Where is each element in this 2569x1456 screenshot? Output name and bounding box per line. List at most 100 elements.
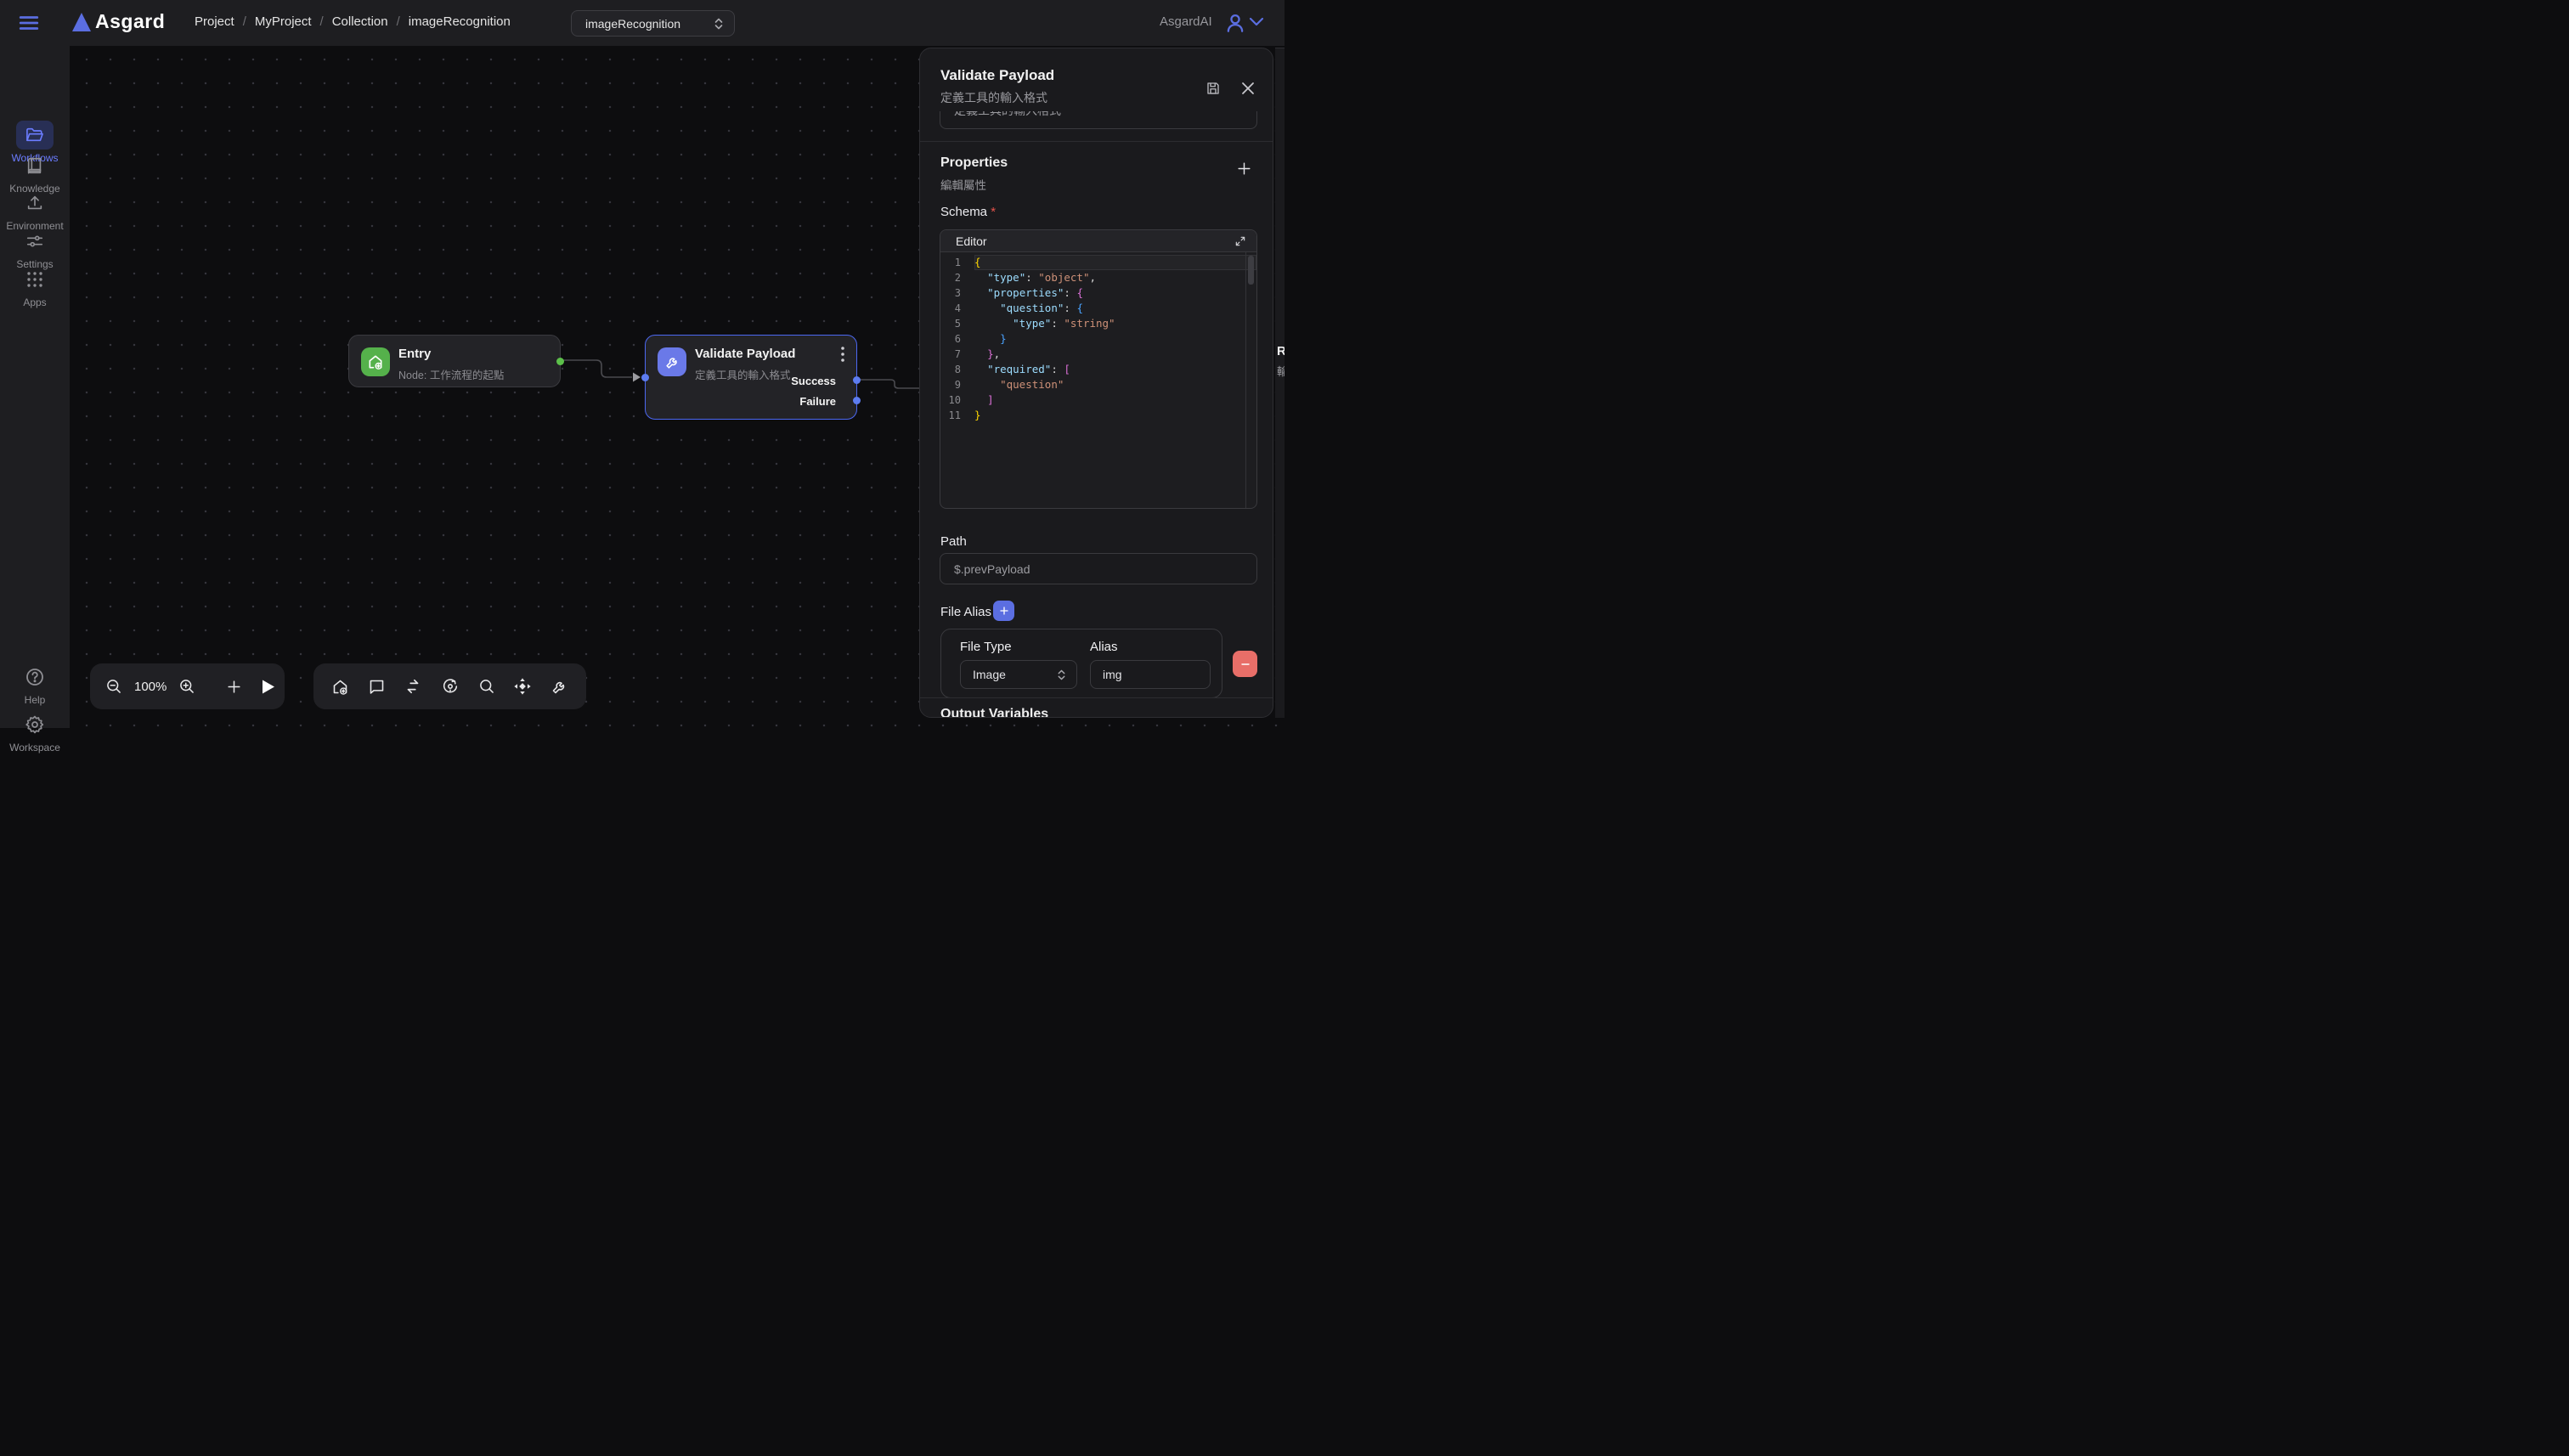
breadcrumb: Project / MyProject / Collection / image…	[195, 14, 511, 29]
node-config-panel: Validate Payload 定義工具的輸入格式 定義工具的輸入格式 Pro…	[919, 48, 1273, 718]
node-title: Entry	[398, 347, 431, 361]
node-toolbar	[313, 663, 586, 709]
sidebar-item-label: Help	[0, 694, 70, 706]
schema-editor[interactable]: Editor 1{2 "type": "object",3 "propertie…	[940, 229, 1257, 509]
path-input[interactable]: $.prevPayload	[940, 553, 1257, 584]
file-type-select[interactable]: Image	[960, 660, 1077, 689]
breadcrumb-separator: /	[243, 14, 246, 29]
sidebar-item-workspace[interactable]: Workspace	[0, 710, 70, 753]
editor-scrollbar[interactable]	[1245, 252, 1256, 509]
panel-title: Validate Payload	[940, 67, 1054, 84]
file-alias-label: File Alias	[940, 605, 991, 619]
select-updown-icon	[1057, 669, 1066, 681]
code-line[interactable]: 5 "type": "string"	[940, 316, 1256, 331]
path-value: $.prevPayload	[954, 562, 1030, 576]
add-icon[interactable]	[226, 679, 242, 695]
move-icon[interactable]	[513, 677, 532, 696]
zoom-in-icon[interactable]	[178, 678, 195, 695]
user-name-label: AsgardAI	[1160, 14, 1212, 29]
zoom-out-icon[interactable]	[105, 678, 122, 695]
output-port-success[interactable]	[853, 376, 861, 384]
search-icon[interactable]	[478, 678, 495, 695]
sidebar-item-environment[interactable]: Environment	[0, 189, 70, 232]
code-line[interactable]: 4 "question": {	[940, 301, 1256, 316]
save-icon[interactable]	[1205, 81, 1221, 96]
input-port[interactable]	[641, 374, 649, 381]
code-line[interactable]: 10 ]	[940, 392, 1256, 408]
file-alias-card: File Type Image Alias img	[940, 629, 1222, 698]
breadcrumb-myproject[interactable]: MyProject	[255, 14, 312, 29]
sidebar-item-apps[interactable]: Apps	[0, 265, 70, 308]
properties-subtitle: 編輯屬性	[940, 176, 986, 193]
select-updown-icon	[714, 17, 724, 31]
home-add-icon[interactable]	[331, 678, 349, 696]
code-line[interactable]: 8 "required": [	[940, 362, 1256, 377]
code-line[interactable]: 6 }	[940, 331, 1256, 347]
next-panel-peek[interactable]: R 輸	[1275, 48, 1284, 718]
alias-label: Alias	[1090, 640, 1118, 654]
scrolled-clipped-field[interactable]: 定義工具的輸入格式	[940, 111, 1257, 129]
expand-fullscreen-icon[interactable]	[1234, 235, 1246, 247]
code-area[interactable]: 1{2 "type": "object",3 "properties": {4 …	[940, 252, 1256, 509]
breadcrumb-separator: /	[320, 14, 324, 29]
top-header: Asgard Project / MyProject / Collection …	[0, 0, 1284, 46]
breadcrumb-separator: /	[397, 14, 400, 29]
workflow-select[interactable]: imageRecognition	[571, 10, 735, 37]
code-line[interactable]: 11}	[940, 408, 1256, 423]
node-subtitle: Node: 工作流程的起點	[398, 366, 504, 382]
code-line[interactable]: 2 "type": "object",	[940, 270, 1256, 285]
code-line[interactable]: 9 "question"	[940, 377, 1256, 392]
node-entry[interactable]: Entry Node: 工作流程的起點	[348, 335, 561, 387]
home-add-icon	[361, 347, 390, 376]
schema-label: Schema *	[940, 205, 996, 219]
workflow-select-value: imageRecognition	[585, 17, 680, 31]
sliders-icon	[25, 232, 44, 251]
asgard-logo-icon	[71, 11, 92, 33]
user-avatar-icon[interactable]	[1224, 11, 1246, 35]
user-chevron-down-icon[interactable]	[1249, 17, 1264, 27]
alias-input[interactable]: img	[1090, 660, 1211, 689]
output-port[interactable]	[556, 358, 564, 365]
add-file-alias-button[interactable]	[993, 601, 1014, 621]
breadcrumb-project[interactable]: Project	[195, 14, 234, 29]
code-line[interactable]: 3 "properties": {	[940, 285, 1256, 301]
path-label: Path	[940, 534, 967, 549]
sidebar-item-label: Apps	[0, 296, 70, 308]
node-subtitle: 定義工具的輸入格式	[695, 366, 791, 382]
output-port-failure[interactable]	[853, 397, 861, 404]
help-circle-icon	[25, 667, 45, 687]
section-divider	[920, 141, 1273, 142]
run-play-icon[interactable]	[261, 679, 275, 695]
node-title: Validate Payload	[695, 347, 795, 361]
code-line[interactable]: 7 },	[940, 347, 1256, 362]
remove-file-alias-button[interactable]	[1233, 651, 1257, 677]
zoom-toolbar: 100%	[90, 663, 285, 709]
properties-title: Properties	[940, 155, 1008, 171]
swap-arrows-icon[interactable]	[404, 678, 422, 695]
output-label-success: Success	[791, 375, 836, 387]
close-icon[interactable]	[1241, 82, 1255, 95]
breadcrumb-current[interactable]: imageRecognition	[409, 14, 511, 29]
zoom-level[interactable]: 100%	[134, 680, 167, 694]
rotate-bulb-icon[interactable]	[441, 677, 460, 696]
alias-value: img	[1103, 668, 1122, 681]
sidebar-item-settings[interactable]: Settings	[0, 227, 70, 270]
node-menu-icon[interactable]	[841, 347, 844, 362]
wrench-icon[interactable]	[550, 678, 568, 696]
clipped-text: 定義工具的輸入格式	[954, 111, 1061, 119]
peek-title-fragment: R	[1277, 344, 1284, 358]
hamburger-menu-icon[interactable]	[17, 12, 41, 34]
node-validate-payload[interactable]: Validate Payload 定義工具的輸入格式 Success Failu…	[645, 335, 857, 420]
peek-subtitle-fragment: 輸	[1277, 363, 1284, 379]
required-asterisk: *	[991, 205, 996, 219]
breadcrumb-collection[interactable]: Collection	[332, 14, 388, 29]
editor-title: Editor	[956, 234, 987, 248]
left-sidebar: Workflows Knowledge Environment Settings…	[0, 46, 70, 728]
code-line[interactable]: 1{	[940, 255, 1256, 270]
apps-grid-icon	[26, 271, 43, 288]
output-label-failure: Failure	[799, 395, 836, 408]
add-property-icon[interactable]	[1236, 161, 1252, 177]
comment-icon[interactable]	[368, 678, 386, 696]
sidebar-item-label: Workspace	[0, 742, 70, 753]
sidebar-item-help[interactable]: Help	[0, 663, 70, 706]
